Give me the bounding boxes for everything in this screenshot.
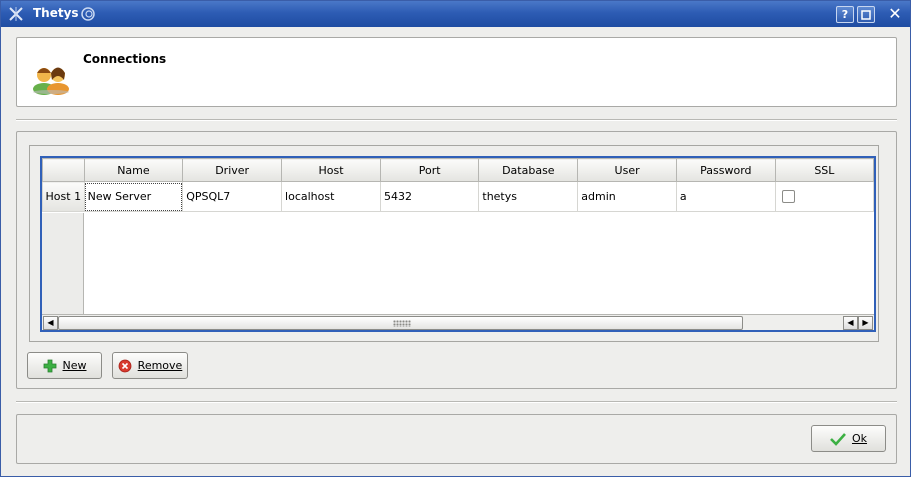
remove-icon [118,359,132,372]
main-window: Thetys ? ✕ Connections Name Driver Host … [0,0,911,477]
row-header[interactable]: Host 1 [42,181,85,212]
cell-ssl[interactable] [774,181,874,212]
connections-panel: Name Driver Host Port Database User Pass… [16,131,897,389]
remove-button[interactable]: Remove [112,352,188,379]
cell-driver[interactable]: QPSQL7 [182,181,283,212]
footer-panel: Ok [16,414,897,464]
remove-button-label: Remove [137,359,183,372]
row-header-column [42,213,84,318]
cell-name[interactable]: New Server [83,181,184,212]
scroll-right-button[interactable]: ▶ [858,316,873,330]
new-button-label: New [62,359,87,372]
column-header-user[interactable]: User [577,158,677,182]
maximize-button[interactable] [857,6,875,23]
cell-database[interactable]: thetys [478,181,579,212]
separator-bottom [16,401,897,403]
new-button[interactable]: New [27,352,102,379]
swirl-icon [81,7,95,21]
header-panel: Connections [16,37,897,107]
scroll-thumb[interactable] [58,316,743,330]
column-header-ssl[interactable]: SSL [774,158,874,182]
column-header-password[interactable]: Password [675,158,776,182]
corner-header[interactable] [42,158,85,182]
cell-host[interactable]: localhost [281,181,381,212]
close-button[interactable]: ✕ [886,6,904,23]
ssl-checkbox[interactable] [781,190,795,204]
maximize-icon [861,10,871,20]
window-title: Thetys [33,6,79,20]
connections-table[interactable]: Name Driver Host Port Database User Pass… [40,156,876,332]
table-frame: Name Driver Host Port Database User Pass… [29,145,879,342]
table-row[interactable]: Host 1 New Server QPSQL7 localhost 5432 … [42,181,874,212]
ok-button-label: Ok [851,432,868,445]
grid: Name Driver Host Port Database User Pass… [42,158,874,212]
grip-icon [393,320,411,327]
app-icon [9,7,23,21]
title-bar[interactable]: Thetys ? ✕ [1,1,910,27]
column-header-port[interactable]: Port [379,158,480,182]
scroll-left-button-2[interactable]: ◀ [843,316,858,330]
plus-icon [43,359,56,372]
column-header-database[interactable]: Database [478,158,579,182]
column-header-name[interactable]: Name [83,158,184,182]
cell-port[interactable]: 5432 [379,181,480,212]
users-icon [33,67,69,95]
ok-button[interactable]: Ok [811,425,886,452]
header-row: Name Driver Host Port Database User Pass… [42,158,874,182]
scroll-left-button[interactable]: ◀ [43,316,58,330]
help-button[interactable]: ? [836,6,854,23]
column-header-host[interactable]: Host [281,158,381,182]
separator [16,119,897,121]
page-title: Connections [83,52,167,66]
cell-user[interactable]: admin [577,181,677,212]
column-header-driver[interactable]: Driver [182,158,283,182]
check-icon [830,432,846,446]
horizontal-scrollbar[interactable]: ◀ ◀ ▶ [42,314,874,330]
cell-password[interactable]: a [675,181,776,212]
